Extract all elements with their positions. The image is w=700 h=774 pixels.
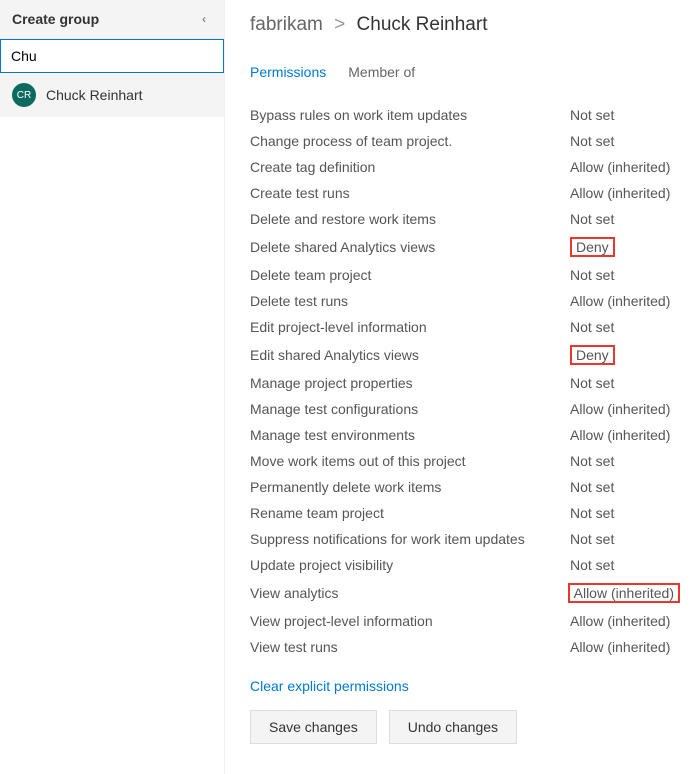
permission-label: Change process of team project. [250,133,452,149]
user-name-label: Chuck Reinhart [46,87,143,103]
permission-row: Bypass rules on work item updates Not set [250,102,680,128]
permission-label: Move work items out of this project [250,453,466,469]
permission-value[interactable]: Allow (inherited) [570,613,680,629]
breadcrumb: fabrikam > Chuck Reinhart [250,14,680,36]
permission-label: Delete shared Analytics views [250,239,435,255]
collapse-chevron-icon[interactable]: ‹ [196,10,212,28]
permission-label: Create tag definition [250,159,375,175]
permission-row: Delete shared Analytics views Deny [250,232,680,262]
permission-value[interactable]: Not set [570,107,680,123]
permission-value[interactable]: Deny [570,345,680,365]
permission-row: Change process of team project. Not set [250,128,680,154]
permission-value[interactable]: Allow (inherited) [568,583,680,603]
undo-button[interactable]: Undo changes [389,710,517,744]
create-group-header: Create group ‹ [0,0,224,39]
user-list-item[interactable]: CR Chuck Reinhart [0,73,224,117]
search-input[interactable] [0,39,224,73]
permission-label: Manage project properties [250,375,413,391]
permission-row: View test runs Allow (inherited) [250,634,680,660]
permission-value[interactable]: Not set [570,557,680,573]
permission-value[interactable]: Not set [570,531,680,547]
permissions-list: Bypass rules on work item updates Not set… [250,102,680,660]
highlight-box: Deny [570,345,615,365]
permission-row: Rename team project Not set [250,500,680,526]
permission-row: Create test runs Allow (inherited) [250,180,680,206]
breadcrumb-separator: > [334,14,345,35]
permission-value[interactable]: Allow (inherited) [570,427,680,443]
permission-value[interactable]: Allow (inherited) [570,401,680,417]
breadcrumb-current: Chuck Reinhart [357,14,488,35]
permission-label: Delete test runs [250,293,348,309]
highlight-box: Deny [570,237,615,257]
permission-value[interactable]: Deny [570,237,680,257]
permission-value[interactable]: Allow (inherited) [570,639,680,655]
main-panel: fabrikam > Chuck Reinhart Permissions Me… [225,0,700,774]
permission-row: Delete test runs Allow (inherited) [250,288,680,314]
tabs: Permissions Member of [250,64,680,84]
permission-label: Create test runs [250,185,350,201]
permission-row: Create tag definition Allow (inherited) [250,154,680,180]
permission-value[interactable]: Not set [570,479,680,495]
permission-label: Update project visibility [250,557,393,573]
permission-row: Delete and restore work items Not set [250,206,680,232]
permission-value[interactable]: Not set [570,505,680,521]
permission-value[interactable]: Not set [570,211,680,227]
button-row: Save changes Undo changes [250,710,680,744]
permission-label: Manage test configurations [250,401,418,417]
permission-label: View analytics [250,585,338,601]
permission-label: Bypass rules on work item updates [250,107,467,123]
permission-label: Delete team project [250,267,371,283]
tab-member-of[interactable]: Member of [348,64,415,84]
permission-row: Update project visibility Not set [250,552,680,578]
permission-row: Edit shared Analytics views Deny [250,340,680,370]
permission-label: Edit project-level information [250,319,427,335]
clear-permissions-link[interactable]: Clear explicit permissions [250,678,409,694]
permission-label: View test runs [250,639,338,655]
permission-value[interactable]: Not set [570,267,680,283]
permission-value[interactable]: Not set [570,375,680,391]
permission-label: Edit shared Analytics views [250,347,419,363]
permission-label: View project-level information [250,613,433,629]
permission-row: Edit project-level information Not set [250,314,680,340]
permission-value[interactable]: Allow (inherited) [570,159,680,175]
permission-value[interactable]: Allow (inherited) [570,185,680,201]
highlight-box: Allow (inherited) [568,583,680,603]
permission-value[interactable]: Not set [570,319,680,335]
permission-row: Delete team project Not set [250,262,680,288]
permission-row: View project-level information Allow (inh… [250,608,680,634]
save-button[interactable]: Save changes [250,710,377,744]
permission-value[interactable]: Not set [570,133,680,149]
tab-permissions[interactable]: Permissions [250,64,326,84]
permission-label: Suppress notifications for work item upd… [250,531,525,547]
permission-row: Suppress notifications for work item upd… [250,526,680,552]
breadcrumb-parent[interactable]: fabrikam [250,14,323,35]
permission-value[interactable]: Allow (inherited) [570,293,680,309]
permission-label: Permanently delete work items [250,479,441,495]
permission-label: Rename team project [250,505,384,521]
permission-value[interactable]: Not set [570,453,680,469]
permission-row: Manage test environments Allow (inherited… [250,422,680,448]
sidebar: Create group ‹ CR Chuck Reinhart [0,0,225,774]
permission-label: Manage test environments [250,427,415,443]
permission-label: Delete and restore work items [250,211,436,227]
permission-row: Move work items out of this project Not s… [250,448,680,474]
create-group-label[interactable]: Create group [12,11,99,27]
permission-row: Manage test configurations Allow (inherit… [250,396,680,422]
permission-row: View analytics Allow (inherited) [250,578,680,608]
permission-row: Manage project properties Not set [250,370,680,396]
avatar: CR [12,83,36,107]
permission-row: Permanently delete work items Not set [250,474,680,500]
